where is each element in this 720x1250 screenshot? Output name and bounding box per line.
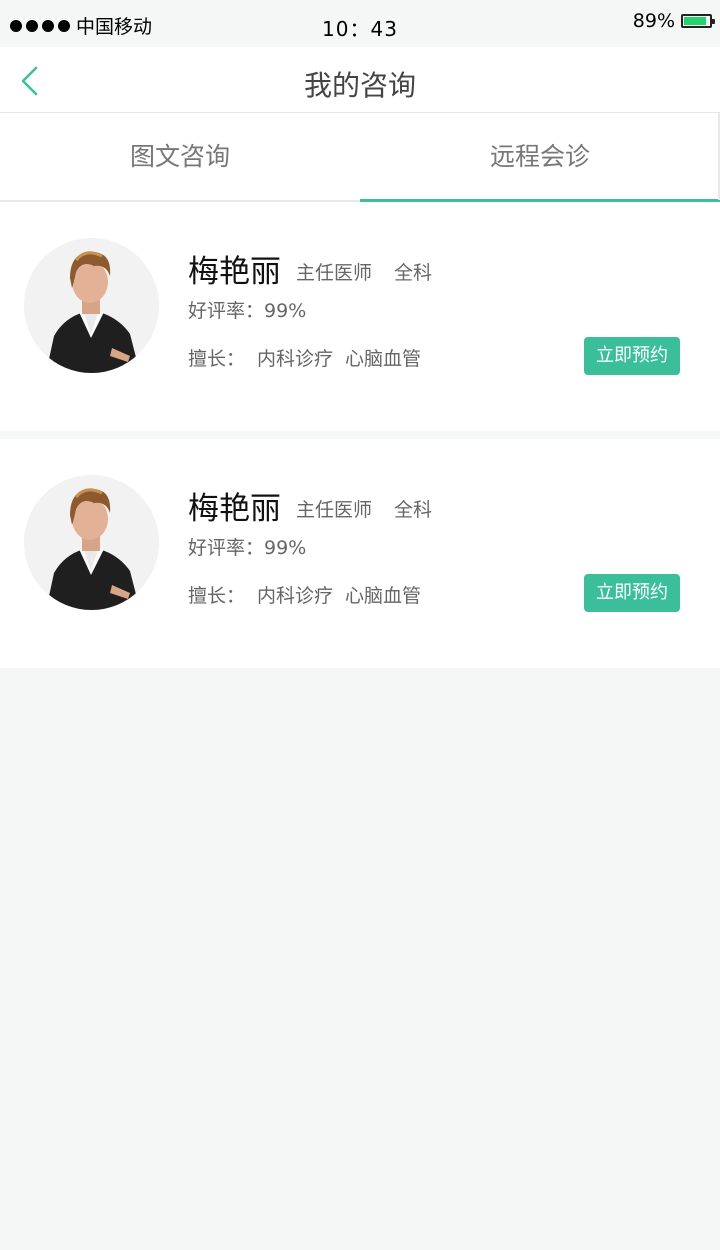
doctor-avatar	[24, 475, 159, 610]
book-appointment-button[interactable]: 立即预约	[584, 337, 680, 375]
doctor-photo-icon	[24, 238, 159, 373]
specialty-label: 擅长：	[188, 585, 246, 607]
battery-icon	[681, 14, 715, 28]
doctor-department: 全科	[394, 499, 433, 521]
doctor-specialty: 擅长： 内科诊疗 心脑血管	[188, 344, 433, 371]
tab-remote-consultation[interactable]: 远程会诊	[360, 113, 720, 202]
doctor-name: 梅艳丽	[188, 254, 281, 290]
specialty-label: 擅长：	[188, 348, 246, 370]
doctor-avatar	[24, 238, 159, 373]
doctor-card[interactable]: 梅艳丽 主任医师 全科 好评率：99% 擅长： 内科诊疗 心脑血管 立即预约	[0, 202, 720, 431]
battery-fill	[684, 17, 706, 25]
book-appointment-button[interactable]: 立即预约	[584, 574, 680, 612]
specialty-item: 内科诊疗	[257, 348, 334, 370]
navigation-bar: 我的咨询	[0, 47, 720, 113]
status-time: 10：43	[322, 17, 398, 41]
rating-value: 99%	[264, 537, 307, 559]
rating-value: 99%	[264, 300, 307, 322]
specialty-item: 心脑血管	[345, 348, 422, 370]
doctor-card[interactable]: 梅艳丽 主任医师 全科 好评率：99% 擅长： 内科诊疗 心脑血管 立即预约	[0, 439, 720, 668]
page-title: 我的咨询	[303, 69, 416, 102]
doctor-specialty: 擅长： 内科诊疗 心脑血管	[188, 581, 433, 608]
status-bar: 中国移动 10：43 89%	[0, 0, 720, 47]
doctor-photo-icon	[24, 475, 159, 610]
tab-label: 远程会诊	[489, 142, 590, 171]
doctor-name: 梅艳丽	[188, 491, 281, 527]
doctor-department: 全科	[394, 262, 433, 284]
tab-label: 图文咨询	[129, 142, 230, 171]
tab-image-text-consult[interactable]: 图文咨询	[0, 113, 360, 200]
battery-percentage: 89%	[632, 10, 675, 32]
doctor-title: 主任医师	[296, 262, 373, 284]
battery-tip	[712, 19, 715, 24]
specialty-item: 心脑血管	[345, 585, 422, 607]
specialty-item: 内科诊疗	[257, 585, 334, 607]
doctor-title: 主任医师	[296, 499, 373, 521]
doctor-rating: 好评率：99%	[188, 296, 306, 323]
rating-label: 好评率：	[188, 300, 265, 322]
rating-label: 好评率：	[188, 537, 265, 559]
tab-bar: 图文咨询 远程会诊	[0, 113, 720, 202]
doctor-rating: 好评率：99%	[188, 533, 306, 560]
